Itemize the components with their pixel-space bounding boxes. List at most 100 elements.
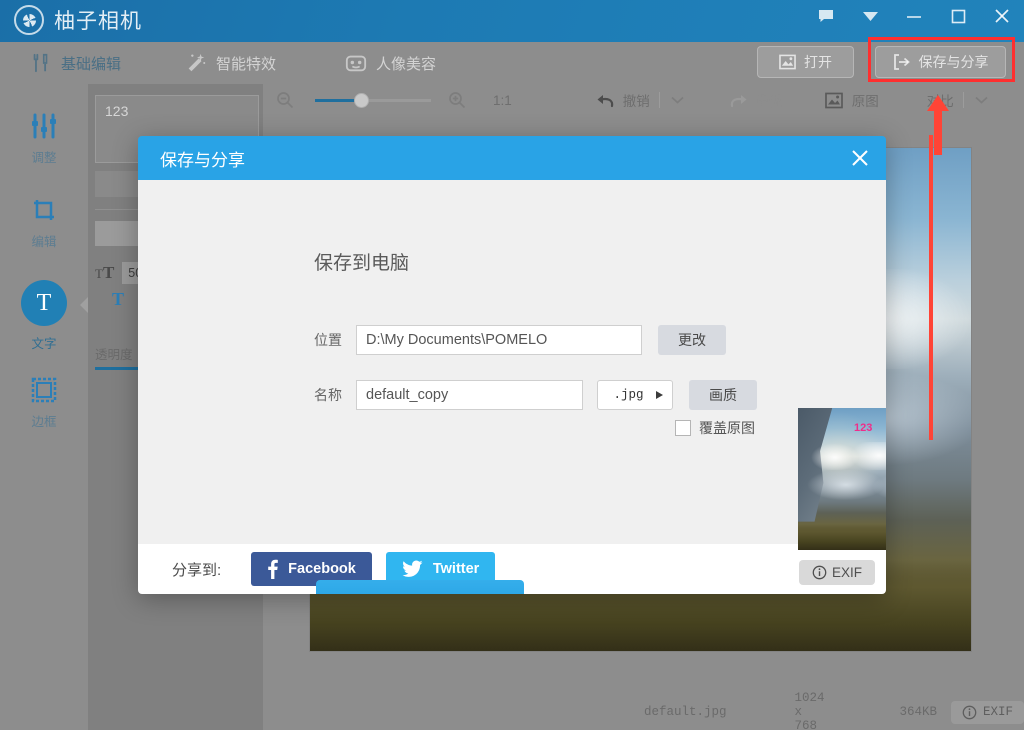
opacity-label: 透明度 xyxy=(95,344,133,363)
maximize-icon[interactable] xyxy=(936,0,980,32)
annotation-arrow xyxy=(927,95,949,155)
text-T-glyph: T xyxy=(37,290,52,317)
overwrite-label: 覆盖原图 xyxy=(699,418,755,438)
open-button[interactable]: 打开 xyxy=(757,46,854,78)
tab-smart-effects-label: 智能特效 xyxy=(216,53,276,74)
chevron-down-icon[interactable] xyxy=(848,0,892,32)
rail-label-text: 文字 xyxy=(31,333,56,352)
quality-button[interactable]: 画质 xyxy=(689,380,757,410)
tab-portrait-beauty[interactable]: 人像美容 xyxy=(325,42,456,84)
zoom-ratio-label: 1:1 xyxy=(493,93,512,108)
zoom-out-button[interactable] xyxy=(263,91,307,109)
original-image-label: 原图 xyxy=(852,90,879,110)
change-location-button[interactable]: 更改 xyxy=(658,325,726,355)
dialog-close-button[interactable] xyxy=(834,136,886,180)
status-dimensions: 1024 x 768 xyxy=(795,691,832,730)
overwrite-checkbox[interactable] xyxy=(675,420,691,436)
redo-button[interactable]: 重做 xyxy=(729,90,783,110)
location-row: 位置 D:\My Documents\POMELO 更改 xyxy=(314,325,726,355)
rail-item-edit[interactable]: 编辑 xyxy=(0,196,88,250)
font-size-icon: TT xyxy=(95,263,114,283)
share-label: 分享到: xyxy=(172,559,221,580)
undo-button[interactable]: 撤销 xyxy=(596,90,650,110)
share-facebook-label: Facebook xyxy=(288,561,356,577)
image-icon xyxy=(825,92,843,109)
face-icon xyxy=(345,52,367,74)
tab-smart-effects[interactable]: 智能特效 xyxy=(165,42,296,84)
chevron-down-icon xyxy=(671,96,684,104)
toolbar-separator-1 xyxy=(659,92,660,108)
text-T-icon: T xyxy=(21,280,67,326)
aperture-icon xyxy=(14,5,44,35)
sliders-icon xyxy=(29,112,59,140)
zoom-out-icon xyxy=(276,91,294,109)
preview-thumbnail[interactable]: 123 xyxy=(798,408,886,550)
annotation-arrow-shaft xyxy=(934,109,942,155)
app-title: 柚子相机 xyxy=(54,5,142,35)
preview-foreground xyxy=(798,524,886,550)
location-label: 位置 xyxy=(314,330,356,350)
preview-clouds xyxy=(798,442,886,470)
name-label: 名称 xyxy=(314,385,356,405)
toolbar-separator-2 xyxy=(963,92,964,108)
preview-photo xyxy=(798,408,886,550)
facebook-icon xyxy=(267,559,278,579)
preview-watermark-text: 123 xyxy=(854,422,872,434)
caret-right-icon xyxy=(655,390,664,400)
status-exif-button[interactable]: EXIF xyxy=(951,701,1024,724)
overwrite-checkbox-row[interactable]: 覆盖原图 xyxy=(675,418,755,438)
tool-rail: 调整 编辑 T 文字 边框 xyxy=(0,84,88,730)
app-logo: 柚子相机 xyxy=(14,5,142,35)
chevron-down-icon xyxy=(975,96,988,104)
dialog-header: 保存与分享 xyxy=(138,136,886,180)
rail-item-text[interactable]: T 文字 xyxy=(0,280,88,352)
tools-icon xyxy=(30,52,52,74)
twitter-icon xyxy=(402,560,423,578)
location-input[interactable]: D:\My Documents\POMELO xyxy=(356,325,642,355)
tab-basic-edit[interactable]: 基础编辑 xyxy=(10,42,141,84)
dialog-exif-button[interactable]: EXIF xyxy=(799,560,875,585)
bold-button[interactable]: T xyxy=(112,289,124,310)
status-filename: default.jpg xyxy=(644,705,727,719)
extension-select[interactable]: .jpg xyxy=(597,380,673,410)
tab-portrait-beauty-label: 人像美容 xyxy=(376,53,436,74)
rail-item-frame[interactable]: 边框 xyxy=(0,376,88,430)
title-bar: 柚子相机 xyxy=(0,0,1024,42)
app-window: 调整 编辑 T 文字 边框 123 + Aria xyxy=(0,0,1024,730)
open-button-label: 打开 xyxy=(804,52,832,72)
annotation-highlight-box xyxy=(868,37,1015,82)
zoom-in-icon xyxy=(448,91,466,109)
feedback-icon[interactable] xyxy=(804,0,848,32)
original-image-button[interactable]: 原图 xyxy=(825,90,879,110)
status-bar: default.jpg 1024 x 768 364KB EXIF xyxy=(0,694,1024,730)
minimize-icon[interactable] xyxy=(892,0,936,32)
dialog-save-button[interactable]: 保存 xyxy=(316,580,524,594)
redo-label: 重做 xyxy=(756,90,783,110)
rail-label-frame: 边框 xyxy=(31,411,56,430)
window-controls xyxy=(804,0,1024,32)
undo-dropdown-button[interactable] xyxy=(669,96,687,104)
annotation-line xyxy=(929,135,933,440)
dialog-exif-label: EXIF xyxy=(832,565,862,580)
zoom-slider[interactable] xyxy=(315,99,431,102)
close-icon[interactable] xyxy=(980,0,1024,32)
close-icon xyxy=(850,148,870,168)
compare-dropdown-button[interactable] xyxy=(973,96,991,104)
info-icon xyxy=(962,705,977,720)
filename-input[interactable]: default_copy xyxy=(356,380,583,410)
undo-icon xyxy=(596,93,615,108)
image-icon xyxy=(779,54,796,70)
dialog-title: 保存与分享 xyxy=(160,146,245,171)
rail-label-adjust: 调整 xyxy=(31,147,56,166)
canvas-toolbar: 1:1 撤销 重做 原 xyxy=(263,84,1024,116)
info-icon xyxy=(812,565,827,580)
rail-item-adjust[interactable]: 调整 xyxy=(0,112,88,166)
status-exif-label: EXIF xyxy=(983,705,1013,719)
frame-icon xyxy=(30,376,58,404)
rail-label-edit: 编辑 xyxy=(31,231,56,250)
name-row: 名称 default_copy .jpg 画质 xyxy=(314,380,757,410)
dialog-body: 保存到电脑 位置 D:\My Documents\POMELO 更改 名称 de… xyxy=(138,180,886,544)
zoom-slider-knob[interactable] xyxy=(354,93,369,108)
tab-basic-edit-label: 基础编辑 xyxy=(61,53,121,74)
zoom-in-button[interactable] xyxy=(439,91,475,109)
